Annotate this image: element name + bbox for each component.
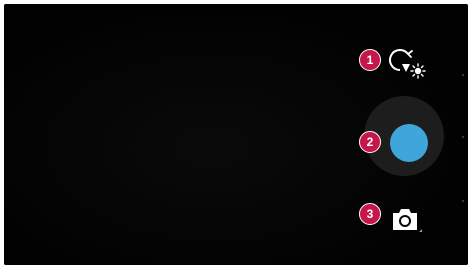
indicator-dot	[462, 200, 464, 202]
device-frame: 1 2 3	[0, 0, 472, 269]
indicator-dot	[462, 136, 464, 138]
callout-1: 1	[359, 49, 381, 71]
indicator-dot	[462, 74, 464, 76]
camera-glyph	[393, 209, 422, 232]
shutter-button[interactable]	[390, 124, 428, 162]
camera-screen: 1 2 3	[4, 4, 468, 265]
callout-2: 2	[359, 131, 381, 153]
settings-icon[interactable]	[388, 48, 428, 82]
callout-3: 3	[359, 203, 381, 225]
camera-mode-icon[interactable]	[389, 204, 423, 234]
settings-glyph	[389, 49, 426, 79]
